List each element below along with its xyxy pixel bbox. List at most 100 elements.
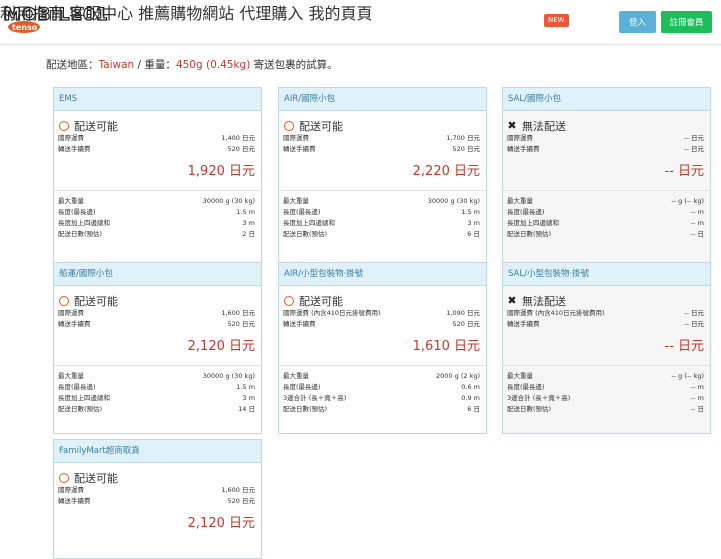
available-circle-icon	[59, 296, 69, 306]
nav-recommended-sites-link[interactable]: 推薦購物網站	[138, 4, 234, 23]
available-circle-icon	[59, 473, 69, 483]
spec-label: 最大重量	[283, 372, 309, 380]
spec-row: 長度加上四邊總和 3 m	[58, 218, 255, 229]
fee-list: 國際運費 1,600 日元 轉送手續費 520 日元	[58, 308, 255, 330]
top-header: MOBILE01 tenso 利用指南 客服中心 推薦購物網站 代理購入 NEW…	[0, 0, 721, 45]
spec-row: 最大重量 30000 g (30 kg)	[58, 371, 255, 382]
unavailable-cross-icon: ✖	[507, 119, 517, 132]
shipping-method-card: FamilyMart超商取貨 配送可能 國際運費 1,600 日元 轉送手續費 520…	[53, 439, 262, 559]
available-circle-icon	[284, 121, 294, 131]
total-price: 2,120 日元	[187, 516, 255, 531]
spec-list: 最大重量 -- g (-- kg) 長度(最長邊) -- m 3邊合計 (長＋寬＋高) -…	[507, 371, 704, 415]
spec-label: 最大重量	[58, 372, 84, 380]
spec-label: 配送日數(預估)	[507, 230, 552, 238]
spec-label: 配送日數(預估)	[283, 405, 328, 413]
fee-list: 國際運費 1,400 日元轉送手續費 520 日元	[58, 133, 255, 155]
spec-row: 最大重量 30000 g (30 kg)	[283, 196, 480, 207]
spec-label: 最大重量	[283, 197, 309, 205]
spec-value: -- 日	[690, 230, 704, 238]
unavailable-cross-icon: ✖	[507, 294, 517, 307]
spec-row: 配送日數(預估) 14 日	[58, 404, 255, 415]
spec-label: 長度加上四邊總和	[58, 394, 110, 402]
fee-row: 轉送手續費 520 日元	[283, 319, 480, 330]
delivery-status: 配送可能	[58, 471, 255, 485]
shipping-method-card: SAL/小型包裝物·掛號 ✖ 無法配送 國際運費 (內含410日元掛號費用) --…	[502, 262, 711, 434]
spec-row: 配送日數(預估) 6 日	[283, 229, 480, 240]
spec-row: 配送日數(預估) 2 日	[58, 229, 255, 240]
package-weight: 450g (0.45kg)	[175, 59, 251, 71]
fee-label: 轉送手續費	[507, 145, 540, 153]
spec-row: 3邊合計 (長＋寬＋高) 0.9 m	[283, 393, 480, 404]
shipping-estimate-summary: 配送地區：Taiwan / 重量：450g (0.45kg) 寄送包裹的試算。	[46, 57, 338, 72]
register-button[interactable]: 註冊會員	[661, 11, 712, 33]
fee-row: 轉送手續費 520 日元	[283, 144, 480, 155]
mobile01-tenso-logo[interactable]: MOBILE01 tenso	[4, 3, 134, 39]
fee-label: 轉送手續費	[58, 497, 91, 505]
fee-list: 國際運費 1,600 日元 轉送手續費 520 日元	[58, 485, 255, 507]
spec-list: 最大重量 30000 g (30 kg) 長度(最長邊) 1.5 m 長度加上四邊總和 3…	[283, 196, 480, 240]
shipping-method-card: AIR/小型包裝物·掛號 配送可能 國際運費 (內含410日元掛號費用) 1,09…	[278, 262, 487, 434]
nav-proxy-purchase-link[interactable]: 代理購入	[239, 4, 303, 23]
spec-label: 長度(最長邊)	[507, 208, 545, 216]
shipping-method-title: SAL/國際小包	[503, 88, 710, 111]
spec-value: 0.6 m	[461, 383, 480, 391]
divider	[279, 190, 486, 191]
delivery-status-text: 配送可能	[299, 120, 343, 133]
fee-label: 轉送手續費	[507, 320, 540, 328]
spec-row: 3邊合計 (長＋寬＋高) -- m	[507, 393, 704, 404]
spec-list: 最大重量 2000 g (2 kg) 長度(最長邊) 0.6 m 3邊合計 (長＋寬＋高…	[283, 371, 480, 415]
fee-row: 國際運費 1,400 日元	[58, 133, 255, 144]
spec-row: 長度加上四邊總和 3 m	[58, 393, 255, 404]
spec-row: 長度(最長邊) -- m	[507, 207, 704, 218]
spec-row: 長度(最長邊) 1.5 m	[283, 207, 480, 218]
spec-row: 長度(最長邊) 1.5 m	[58, 382, 255, 393]
total-price: -- 日元	[664, 164, 704, 179]
total-price: 1,920 日元	[187, 164, 255, 179]
fee-row: 國際運費 1,600 日元	[58, 485, 255, 496]
delivery-status: ✖ 無法配送	[507, 119, 704, 133]
fee-list: 國際運費 -- 日元 轉送手續費 -- 日元	[507, 133, 704, 155]
spec-value: 6 日	[467, 230, 480, 238]
login-button[interactable]: 登入	[619, 11, 656, 33]
spec-row: 配送日數(預估) -- 日	[507, 404, 704, 415]
delivery-status: ✖ 無法配送	[507, 294, 704, 308]
svg-text:tenso: tenso	[12, 23, 38, 32]
fee-value: -- 日元	[684, 320, 704, 328]
fee-label: 轉送手續費	[58, 320, 91, 328]
delivery-status: 配送可能	[283, 294, 480, 308]
spec-row: 配送日數(預估) 6 日	[283, 404, 480, 415]
spec-row: 最大重量 30000 g (30 kg)	[58, 196, 255, 207]
fee-value: 1,090 日元	[446, 309, 480, 317]
spec-value: 30000 g (30 kg)	[202, 197, 255, 205]
delivery-status-text: 配送可能	[74, 295, 118, 308]
total-price: 2,220 日元	[412, 164, 480, 179]
nav-my-page-link[interactable]: 我的頁頁	[308, 4, 372, 23]
fee-value: 1,400 日元	[221, 134, 255, 142]
shipping-method-title: SAL/小型包裝物·掛號	[503, 263, 710, 286]
spec-row: 最大重量 -- g (-- kg)	[507, 371, 704, 382]
divider	[503, 190, 710, 191]
shipping-method-title: FamilyMart超商取貨	[54, 440, 261, 463]
spec-value: 1.5 m	[461, 208, 480, 216]
delivery-status-text: 無法配送	[522, 120, 566, 133]
spec-value: 3 m	[242, 394, 255, 402]
fee-label: 國際運費	[58, 134, 84, 142]
fee-label: 國際運費	[507, 134, 533, 142]
spec-label: 配送日數(預估)	[58, 230, 103, 238]
fee-label: 轉送手續費	[58, 145, 91, 153]
fee-row: 轉送手續費 520 日元	[58, 144, 255, 155]
spec-value: 1.5 m	[236, 208, 255, 216]
estimate-suffix: 寄送包裹的試算。	[250, 59, 338, 71]
fee-value: -- 日元	[684, 134, 704, 142]
spec-value: 14 日	[238, 405, 255, 413]
spec-label: 長度加上四邊總和	[507, 219, 559, 227]
spec-value: 1.5 m	[236, 383, 255, 391]
fee-value: 520 日元	[227, 145, 255, 153]
spec-label: 配送日數(預估)	[58, 405, 103, 413]
spec-value: 3 m	[467, 219, 480, 227]
spec-label: 配送日數(預估)	[283, 230, 328, 238]
spec-label: 長度(最長邊)	[58, 208, 96, 216]
delivery-status: 配送可能	[58, 294, 255, 308]
fee-row: 轉送手續費 520 日元	[58, 319, 255, 330]
spec-label: 配送日數(預估)	[507, 405, 552, 413]
